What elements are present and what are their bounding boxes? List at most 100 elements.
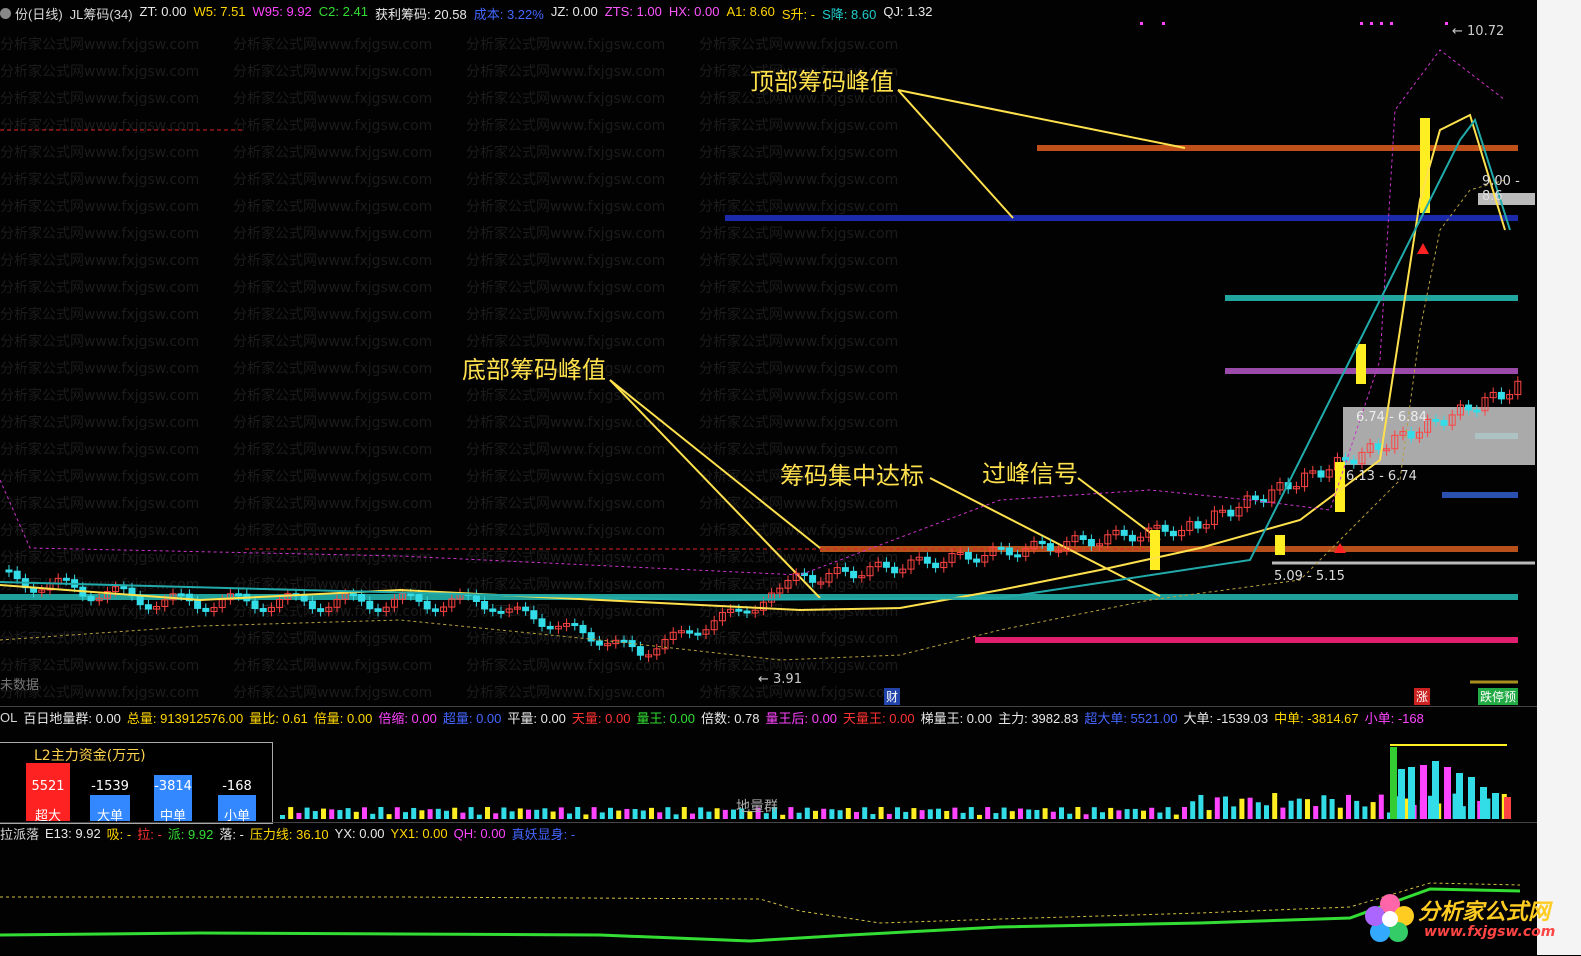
l2-value-3: -168	[222, 779, 252, 794]
candle-body	[1161, 524, 1169, 532]
candle-body	[358, 593, 366, 602]
volume-bar	[673, 814, 679, 819]
volume-bar	[1321, 795, 1327, 819]
label-range-mid2: 6.13 - 6.74	[1346, 469, 1417, 484]
candle-body	[694, 632, 702, 636]
volume-bar	[1116, 810, 1122, 819]
header-value-14: QJ: 1.32	[883, 3, 933, 19]
candle-body	[1407, 431, 1415, 439]
candle-body	[1169, 530, 1177, 537]
candle-body	[1005, 547, 1013, 556]
candle-body	[1251, 495, 1259, 501]
candle-body	[1374, 443, 1382, 450]
top-marker-dot	[1360, 22, 1363, 25]
stock-chart-app: 分析家公式网www.fxjgsw.com 分析家公式网www.fxjgsw.com…	[0, 0, 1581, 955]
annotation-bottom-peak: 底部筹码峰值	[462, 356, 606, 384]
l2-value-1: -1539	[91, 779, 129, 794]
l2-value-2: -3814	[154, 779, 192, 794]
volume-bar	[1026, 809, 1032, 819]
volume-bar	[1329, 799, 1335, 819]
volume-bar	[714, 808, 720, 819]
top-marker-dot	[1162, 22, 1165, 25]
top-marker-dot	[1445, 22, 1448, 25]
volume-bar	[337, 810, 343, 819]
ma-dashed-magenta	[0, 49, 1506, 576]
volume-bar	[1083, 814, 1089, 819]
volume-bar	[1346, 794, 1351, 819]
volume-bar-hi-10	[1504, 797, 1511, 819]
volume-bar	[427, 809, 433, 819]
volume-bar	[788, 807, 794, 819]
candle-body	[571, 623, 579, 627]
volume-bar	[886, 813, 892, 819]
volume-bar	[657, 812, 663, 819]
price-pane[interactable]: 分析家公式网www.fxjgsw.com 分析家公式网www.fxjgsw.com…	[0, 0, 1537, 706]
candle-body	[259, 608, 267, 612]
candle-body	[882, 561, 890, 568]
volume-bar	[624, 808, 630, 819]
candle-body	[1038, 540, 1046, 545]
header-value-1: JL筹码(34)	[69, 6, 133, 22]
volume-bar	[895, 807, 900, 819]
price-chart[interactable]	[0, 0, 1537, 706]
pull-dispatch-chart[interactable]	[0, 823, 1537, 956]
volume-bar	[288, 807, 294, 819]
annotation-cross-signal: 过峰信号	[982, 460, 1078, 488]
right-scroll-strip[interactable]	[1537, 0, 1581, 955]
volume-top-line	[1390, 744, 1507, 746]
header-value-0: 份(日线)	[15, 6, 63, 22]
pull-dispatch-pane[interactable]: 拉派落 E13: 9.92 吸: - 拉: - 派: 9.92 落: - 压力线: 36.1…	[0, 822, 1537, 956]
yellow-candle-3	[1420, 118, 1430, 213]
volume-bar	[567, 813, 572, 819]
header-value-8: JZ: 0.00	[550, 3, 598, 19]
volume-bar	[444, 810, 449, 819]
volume-bar	[296, 812, 302, 819]
volume-bar	[944, 810, 950, 819]
candle-body	[530, 610, 538, 620]
candle-body	[743, 610, 751, 614]
label-range-low: 5.09 - 5.15	[1274, 569, 1345, 584]
volume-bar	[411, 807, 417, 819]
label-low: ← 3.91	[758, 672, 802, 687]
indicator-header: 份(日线) JL筹码(34) ZT: 0.00 W5: 7.51 W95: 9.92 C2…	[0, 2, 946, 24]
candle-body	[735, 608, 743, 612]
volume-bar	[304, 807, 310, 819]
volume-bar	[1288, 800, 1294, 819]
candle-body	[1227, 509, 1235, 517]
volume-bar	[403, 812, 408, 819]
volume-bar	[919, 810, 925, 819]
volume-bar	[534, 809, 540, 819]
site-logo: 分析家公式网 www.fxjgsw.com	[1360, 888, 1560, 948]
yellow-candle-0	[1150, 530, 1160, 570]
circle-icon[interactable]	[0, 7, 11, 19]
volume-bar	[927, 809, 933, 819]
volume-bar	[1313, 806, 1319, 819]
volume-bar-hi-0	[1390, 747, 1397, 819]
volume-bar	[862, 807, 868, 819]
header-value-3: W5: 7.51	[193, 3, 246, 19]
candle-body	[415, 594, 423, 602]
volume-bar-hi-7	[1468, 777, 1475, 819]
ma-teal	[0, 117, 1511, 602]
volume-bar	[665, 807, 671, 819]
volume-bar	[1190, 801, 1196, 819]
volume-bar-hi-4	[1432, 761, 1439, 819]
volume-bar	[1231, 806, 1237, 819]
volume-bar	[1182, 807, 1187, 819]
volume-bar-hi-8	[1480, 787, 1487, 819]
logo-name: 分析家公式网	[1418, 900, 1551, 925]
volume-bar	[1075, 807, 1081, 819]
header-value-2: ZT: 0.00	[139, 3, 187, 19]
candle-body	[686, 630, 694, 634]
volume-bar	[936, 808, 941, 819]
volume-bar	[485, 807, 490, 819]
volume-bar	[517, 808, 523, 819]
flower-logo-icon	[1365, 894, 1414, 942]
volume-bar-hi-2	[1408, 767, 1415, 819]
volume-bar	[1280, 807, 1286, 819]
badge-tag-right: 跌停预	[1478, 688, 1519, 705]
volume-bar	[829, 809, 835, 819]
candle-body	[366, 600, 374, 610]
candle-body	[1079, 535, 1087, 540]
signal-triangle-up	[1417, 243, 1429, 254]
